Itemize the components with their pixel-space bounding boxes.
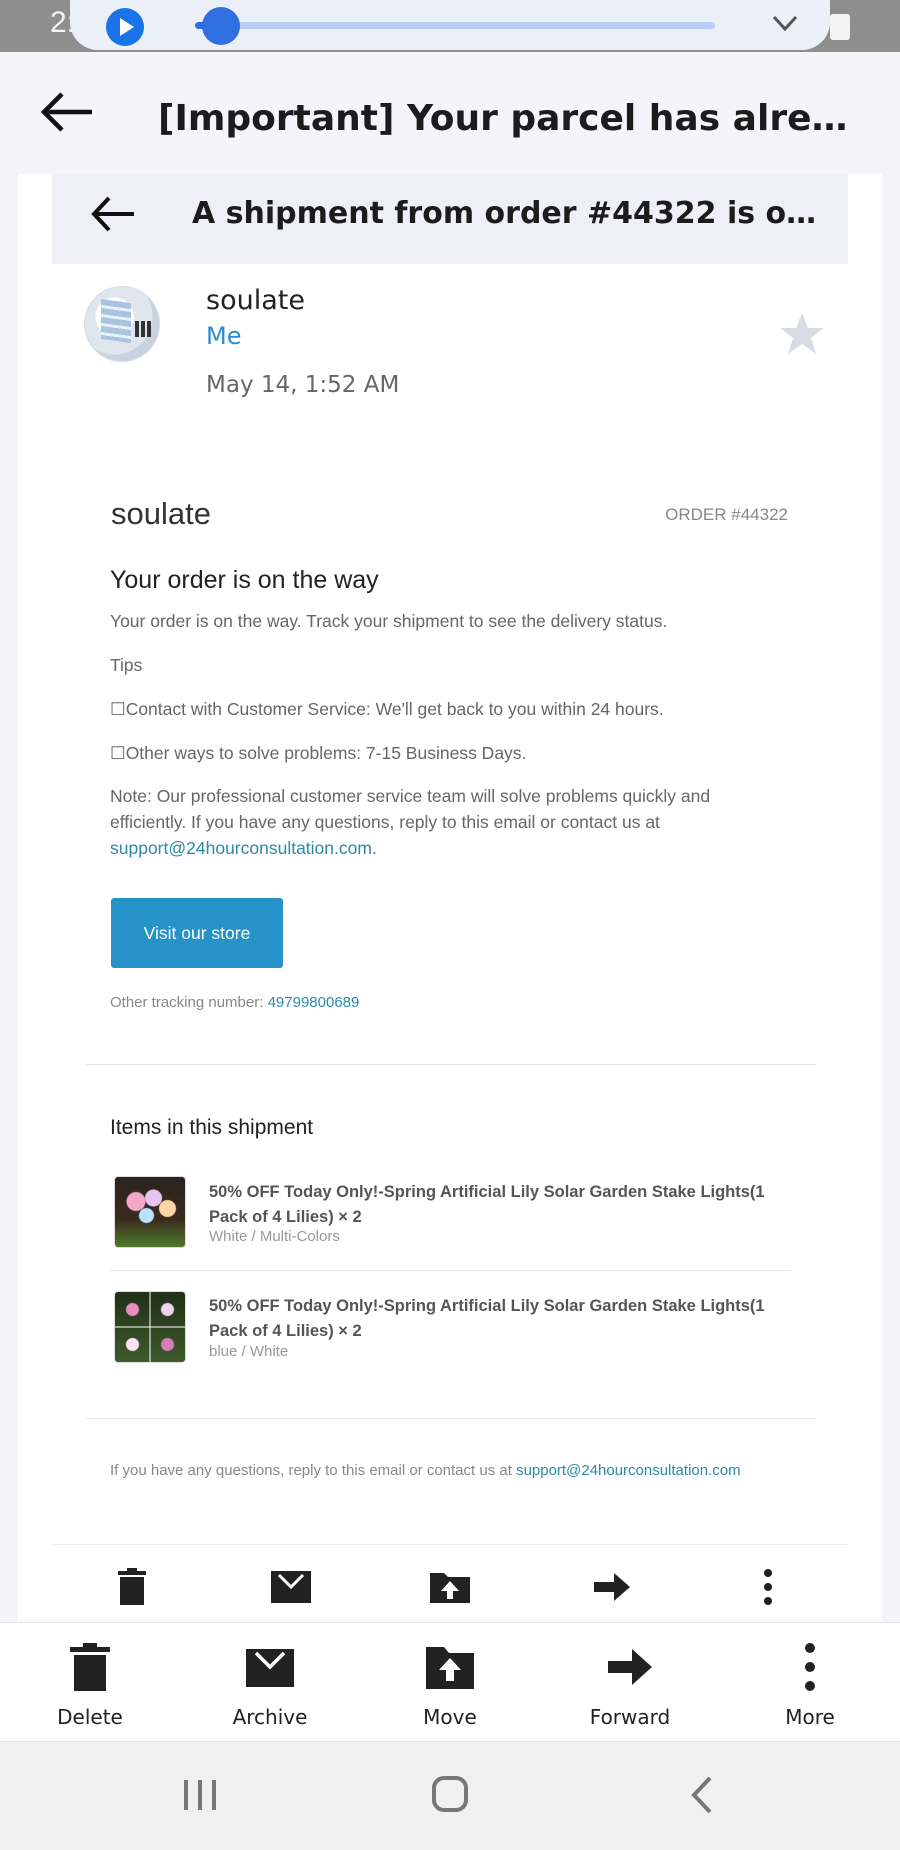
action-label: Forward [589,1705,671,1729]
back-arrow-icon[interactable] [90,196,136,232]
action-label: Move [423,1705,477,1729]
home-icon[interactable] [420,1770,480,1820]
item-thumbnail[interactable] [114,1176,186,1248]
trash-icon [70,1643,110,1691]
media-player [70,0,830,50]
avatar[interactable] [84,286,160,362]
footer-email-link[interactable]: support@24hourconsultation.com [516,1462,741,1479]
order-number: ORDER #44322 [665,505,788,524]
action-label: More [785,1705,835,1729]
archive-icon[interactable] [269,1567,313,1607]
inner-action-toolbar [52,1544,848,1622]
move-folder-icon [426,1647,474,1689]
item-title[interactable]: 50% OFF Today Only!-Spring Artificial Li… [209,1294,789,1344]
back-arrow-icon[interactable] [40,92,94,132]
tracking-info: Other tracking number: 49799800689 [110,994,359,1011]
seek-thumb[interactable] [202,7,240,45]
item-divider [110,1270,790,1271]
back-icon[interactable] [672,1770,732,1820]
divider [86,1064,816,1065]
email-heading: Your order is on the way [110,566,379,594]
action-label: Delete [57,1705,123,1729]
item-title[interactable]: 50% OFF Today Only!-Spring Artificial Li… [209,1180,789,1230]
item-thumbnail[interactable] [114,1291,186,1363]
more-vertical-icon[interactable] [748,1567,788,1607]
note-end: . [371,838,377,858]
system-nav-bar [0,1742,900,1850]
status-bar: 2:24 [0,0,900,52]
more-vertical-icon [805,1643,815,1691]
forward-button[interactable]: Forward [550,1641,710,1737]
inner-header: A shipment from order #44322 is on the .… [52,174,848,264]
item-variant: White / Multi-Colors [209,1228,340,1245]
footer-note: If you have any questions, reply to this… [110,1462,741,1479]
trash-icon[interactable] [112,1567,152,1607]
tip-customer-service: ☐Contact with Customer Service: We'll ge… [110,699,664,719]
footer-text: If you have any questions, reply to this… [110,1462,517,1479]
tip-other-ways: ☐Other ways to solve problems: 7-15 Busi… [110,743,527,763]
star-icon[interactable] [778,310,826,358]
note-body: Note: Our professional customer service … [110,786,711,832]
forward-arrow-icon [608,1649,652,1685]
more-button[interactable]: More [730,1641,890,1737]
move-button[interactable]: Move [370,1641,530,1737]
recipient-label[interactable]: Me [206,322,241,350]
archive-button[interactable]: Archive [190,1641,350,1737]
delete-button[interactable]: Delete [10,1641,170,1737]
tracking-number-link[interactable]: 49799800689 [268,994,360,1011]
recent-apps-icon[interactable] [170,1770,230,1820]
outer-subject-title: [Important] Your parcel has already bee.… [158,98,858,139]
support-email-link[interactable]: support@24hourconsultation.com [110,838,372,858]
note-text: Note: Our professional customer service … [110,783,790,861]
items-title: Items in this shipment [110,1116,314,1139]
archive-icon [246,1649,294,1687]
tracking-label: Other tracking number: [110,994,268,1011]
play-icon[interactable] [106,8,144,46]
visit-store-button[interactable]: Visit our store [111,898,283,968]
chevron-down-icon[interactable] [770,8,800,38]
intro-text: Your order is on the way. Track your shi… [110,611,668,631]
bottom-action-bar: Delete Archive Move Forward More [0,1622,900,1742]
outer-header: [Important] Your parcel has already bee.… [0,52,900,172]
store-brand: soulate [111,496,211,531]
action-label: Archive [232,1705,308,1729]
battery-icon [830,14,850,40]
seek-bar[interactable] [195,7,715,45]
tips-label: Tips [110,655,143,675]
divider [86,1418,816,1419]
sender-name: soulate [206,285,305,316]
move-folder-icon[interactable] [428,1567,472,1607]
forward-arrow-icon[interactable] [592,1567,632,1607]
sent-date: May 14, 1:52 AM [206,372,400,398]
item-variant: blue / White [209,1343,289,1360]
inner-subject-title: A shipment from order #44322 is on the .… [192,196,832,231]
